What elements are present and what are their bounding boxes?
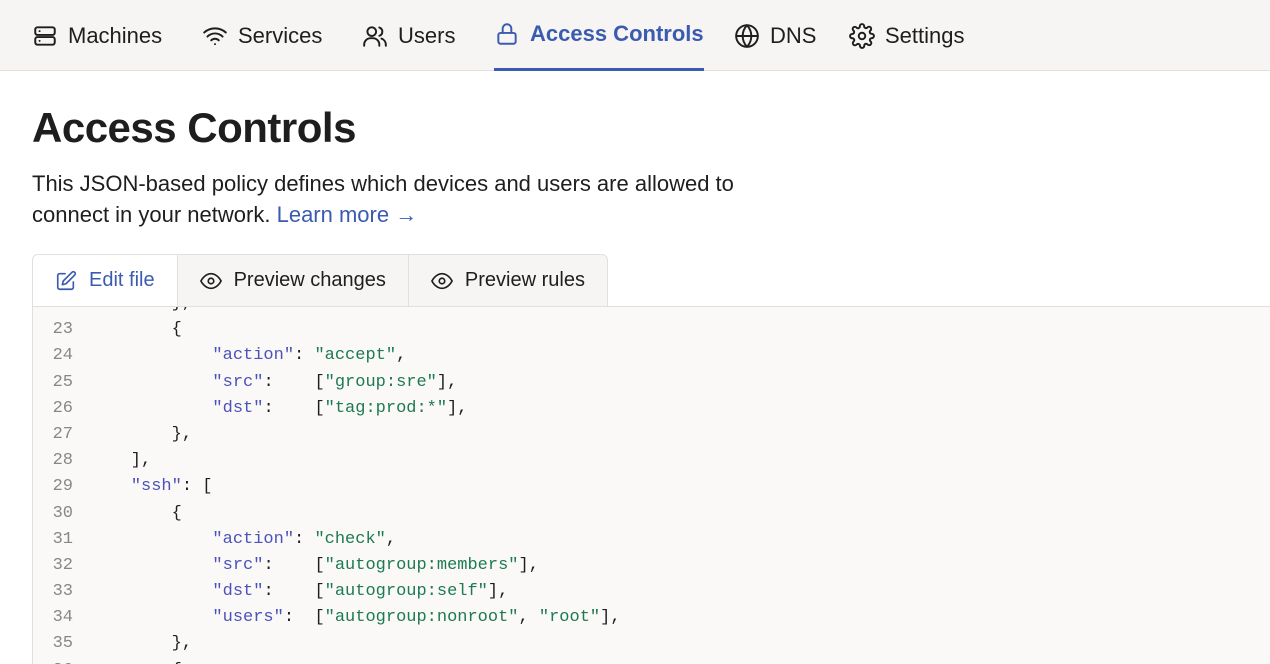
line-number: 33 bbox=[52, 582, 73, 602]
code-line: 35 }, bbox=[33, 631, 1270, 657]
lock-icon bbox=[494, 21, 520, 47]
line-number: 35 bbox=[52, 634, 73, 654]
code-text: }, bbox=[73, 307, 192, 317]
tab-label: Edit file bbox=[89, 269, 155, 291]
nav-item-access-controls[interactable]: Access Controls bbox=[494, 0, 704, 71]
line-number: 34 bbox=[52, 608, 73, 628]
line-number: 30 bbox=[52, 503, 73, 523]
globe-icon bbox=[734, 23, 760, 49]
code-line: 23 { bbox=[33, 317, 1270, 343]
policy-code-editor[interactable]: 22 },23 {24 "action": "accept",25 "src":… bbox=[32, 306, 1270, 664]
gear-icon bbox=[849, 22, 875, 49]
code-text: "action": "accept", bbox=[212, 346, 407, 366]
line-number: 22 bbox=[33, 307, 73, 317]
line-number: 28 bbox=[52, 451, 73, 471]
code-text: }, bbox=[90, 424, 193, 444]
code-text: "dst": ["autogroup:self"], bbox=[212, 582, 509, 602]
page-title: Access Controls bbox=[32, 104, 356, 151]
nav-item-label: Settings bbox=[885, 22, 965, 48]
code-line: 29 "ssh": [ bbox=[33, 474, 1270, 500]
code-line: 30 { bbox=[33, 501, 1270, 527]
code-line: 26 "dst": ["tag:prod:*"], bbox=[33, 396, 1270, 422]
users-icon bbox=[362, 23, 388, 49]
code-line: 22 }, bbox=[33, 307, 1270, 317]
code-text: "users": ["autogroup:nonroot", "root"], bbox=[212, 608, 621, 628]
code-line: 36 { bbox=[33, 658, 1270, 664]
code-line: 27 }, bbox=[33, 422, 1270, 448]
machines-icon bbox=[32, 23, 58, 49]
page-description: This JSON-based policy defines which dev… bbox=[32, 168, 812, 230]
code-line: 24 "action": "accept", bbox=[33, 343, 1270, 369]
nav-item-machines[interactable]: Machines bbox=[32, 0, 162, 71]
code-line: 34 "users": ["autogroup:nonroot", "root"… bbox=[33, 605, 1270, 631]
wifi-icon bbox=[202, 23, 228, 49]
line-number: 23 bbox=[52, 320, 73, 340]
eye-icon bbox=[430, 270, 453, 292]
line-number: 26 bbox=[52, 398, 73, 418]
nav-item-label: Users bbox=[398, 22, 456, 48]
top-navigation: Machines Services Users Access Controls … bbox=[0, 0, 1270, 71]
nav-item-dns[interactable]: DNS bbox=[734, 0, 816, 71]
code-text: { bbox=[90, 503, 182, 523]
line-number: 27 bbox=[52, 424, 73, 444]
code-text: "dst": ["tag:prod:*"], bbox=[212, 398, 468, 418]
line-number: 29 bbox=[52, 477, 73, 497]
code-text: "src": ["autogroup:members"], bbox=[212, 555, 539, 575]
code-text: { bbox=[73, 658, 182, 664]
code-text: "src": ["group:sre"], bbox=[212, 372, 458, 392]
editor-tabs: Edit file Preview changes Preview rules bbox=[32, 254, 608, 307]
nav-item-label: Machines bbox=[68, 22, 163, 48]
tab-preview-rules[interactable]: Preview rules bbox=[408, 254, 608, 307]
code-text: "action": "check", bbox=[212, 529, 397, 549]
tab-preview-changes[interactable]: Preview changes bbox=[177, 254, 409, 307]
code-text: }, bbox=[90, 634, 193, 654]
line-number: 36 bbox=[33, 658, 73, 664]
code-line: 28 ], bbox=[33, 448, 1270, 474]
line-number: 31 bbox=[52, 529, 73, 549]
nav-item-services[interactable]: Services bbox=[202, 0, 322, 71]
tab-label: Preview rules bbox=[464, 269, 585, 291]
code-line: 32 "src": ["autogroup:members"], bbox=[33, 553, 1270, 579]
code-text: "ssh": [ bbox=[130, 477, 213, 497]
nav-item-label: Services bbox=[238, 22, 323, 48]
line-number: 25 bbox=[52, 372, 73, 392]
line-number: 32 bbox=[52, 555, 73, 575]
code-line: 25 "src": ["group:sre"], bbox=[33, 370, 1270, 396]
code-lines: 22 },23 {24 "action": "accept",25 "src":… bbox=[33, 307, 1270, 664]
eye-icon bbox=[199, 270, 222, 292]
nav-item-label: Access Controls bbox=[530, 21, 704, 46]
tab-edit-file[interactable]: Edit file bbox=[32, 254, 178, 307]
nav-item-label: DNS bbox=[770, 22, 817, 48]
nav-item-users[interactable]: Users bbox=[362, 0, 455, 71]
edit-icon bbox=[55, 270, 77, 292]
code-text: ], bbox=[90, 451, 152, 471]
code-text: { bbox=[90, 320, 182, 340]
code-line: 31 "action": "check", bbox=[33, 527, 1270, 553]
learn-more-link[interactable]: Learn more → bbox=[277, 202, 418, 227]
line-number: 24 bbox=[52, 346, 73, 366]
nav-item-settings[interactable]: Settings bbox=[849, 0, 965, 71]
code-line: 33 "dst": ["autogroup:self"], bbox=[33, 579, 1270, 605]
tab-label: Preview changes bbox=[233, 269, 386, 291]
